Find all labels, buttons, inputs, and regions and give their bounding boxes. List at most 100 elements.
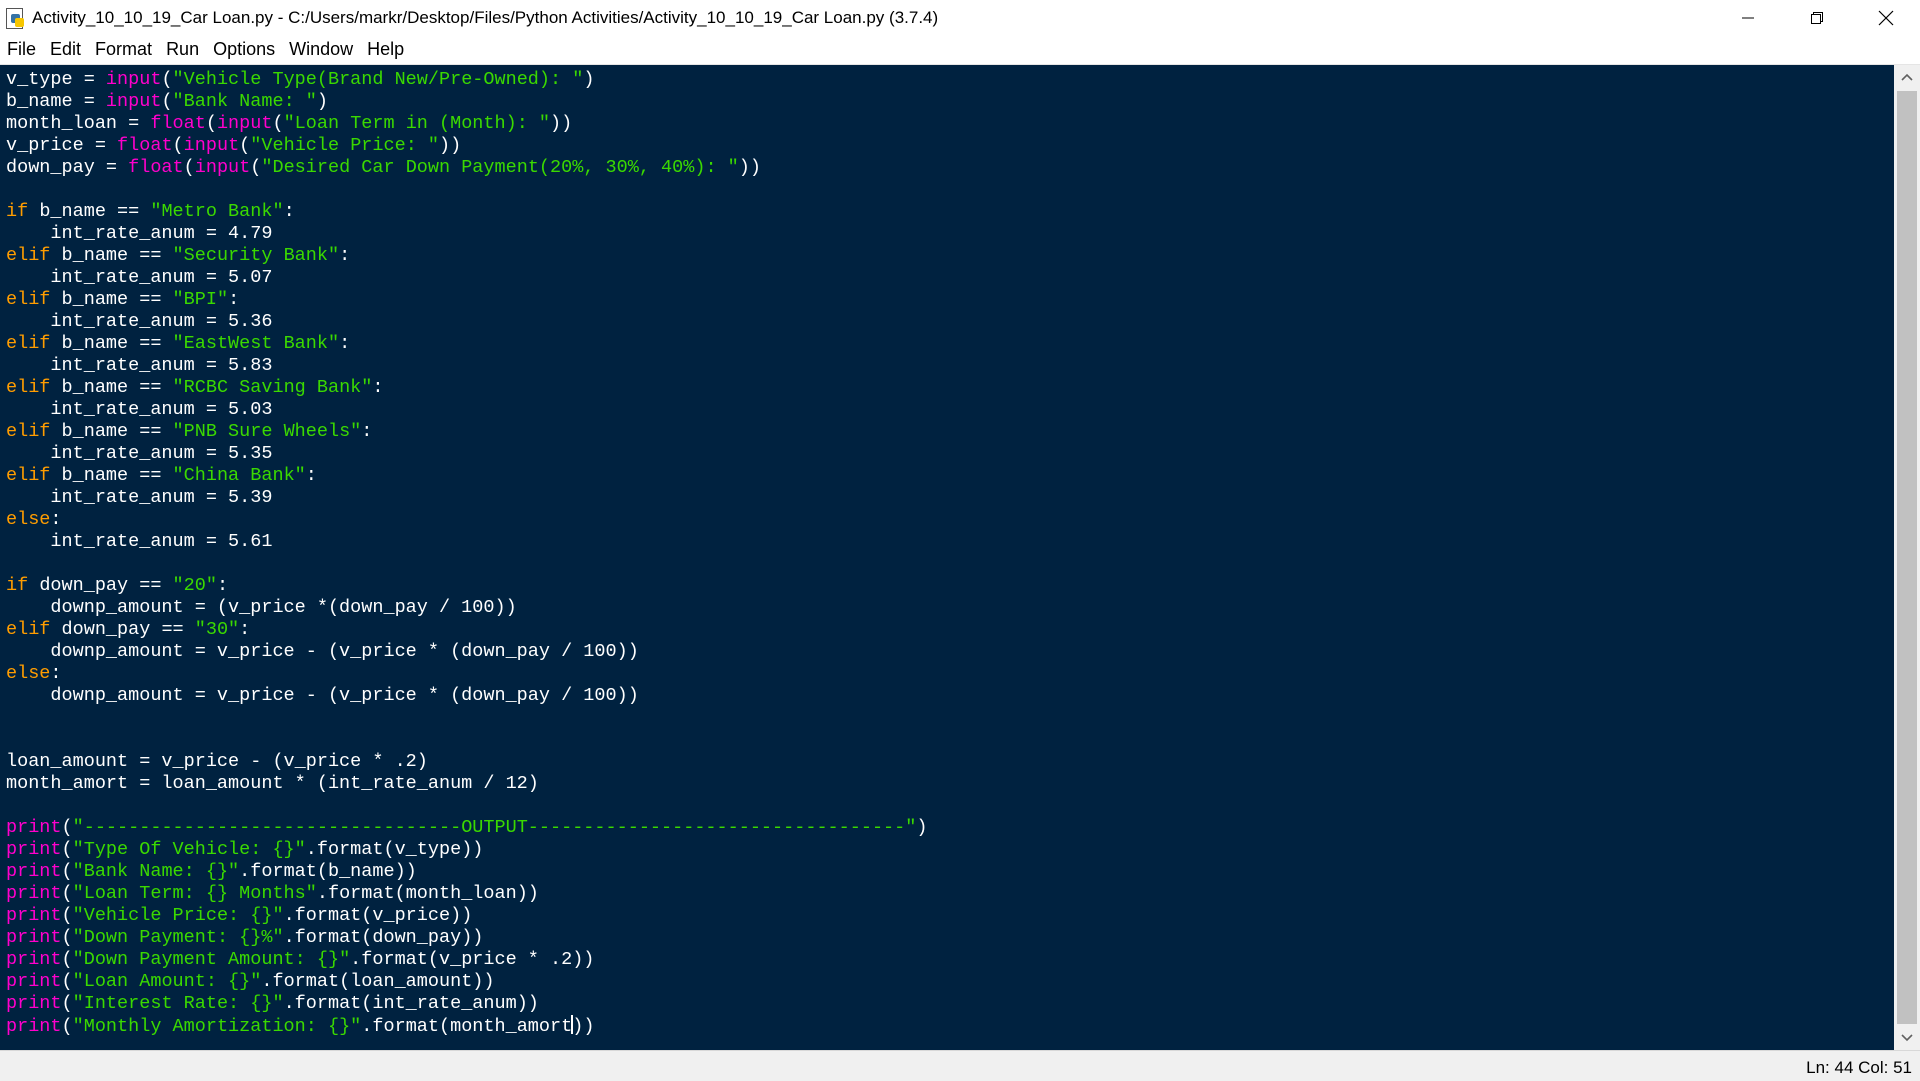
code-text-token: ( — [61, 817, 73, 838]
window-controls — [1713, 0, 1920, 35]
code-line[interactable]: elif down_pay == "30": — [6, 619, 1894, 641]
restore-button[interactable] — [1782, 0, 1851, 35]
menu-window[interactable]: Window — [282, 35, 360, 64]
code-string: "Loan Term: {} Months" — [72, 883, 317, 904]
code-line[interactable] — [6, 729, 1894, 751]
code-line[interactable]: int_rate_anum = 5.35 — [6, 443, 1894, 465]
code-line[interactable]: else: — [6, 509, 1894, 531]
code-string: "PNB Sure Wheels" — [172, 421, 362, 442]
code-builtin: float — [117, 135, 173, 156]
code-line[interactable]: downp_amount = v_price - (v_price * (dow… — [6, 641, 1894, 663]
code-line[interactable]: if down_pay == "20": — [6, 575, 1894, 597]
code-string: "Security Bank" — [172, 245, 340, 266]
code-text-token: ( — [172, 135, 184, 156]
code-line[interactable]: print("Type Of Vehicle: {}".format(v_typ… — [6, 839, 1894, 861]
menu-options[interactable]: Options — [206, 35, 282, 64]
menu-run[interactable]: Run — [159, 35, 206, 64]
code-line[interactable]: b_name = input("Bank Name: ") — [6, 91, 1894, 113]
code-text-token: ( — [61, 905, 73, 926]
code-line[interactable]: v_price = float(input("Vehicle Price: ")… — [6, 135, 1894, 157]
code-text-token: downp_amount = (v_price *(down_pay / 100… — [6, 597, 517, 618]
code-builtin: input — [105, 91, 162, 112]
code-string: "Bank Name: " — [172, 91, 317, 112]
close-button[interactable] — [1851, 0, 1920, 35]
code-line[interactable]: print("Monthly Amortization: {}".format(… — [6, 1015, 1894, 1037]
menu-help[interactable]: Help — [360, 35, 411, 64]
code-text-token: down_pay == — [50, 619, 195, 640]
code-text-token: ( — [250, 157, 262, 178]
code-line[interactable]: int_rate_anum = 5.03 — [6, 399, 1894, 421]
code-text-token: ) — [316, 91, 328, 112]
code-line[interactable]: print("Down Payment Amount: {}".format(v… — [6, 949, 1894, 971]
code-text-token: .format(down_pay)) — [283, 927, 484, 948]
code-string: "Bank Name: {}" — [72, 861, 240, 882]
code-line[interactable]: print("Loan Amount: {}".format(loan_amou… — [6, 971, 1894, 993]
code-line[interactable]: print("Interest Rate: {}".format(int_rat… — [6, 993, 1894, 1015]
scroll-up-button[interactable] — [1894, 65, 1920, 89]
code-line[interactable]: int_rate_anum = 5.61 — [6, 531, 1894, 553]
code-line[interactable]: int_rate_anum = 5.36 — [6, 311, 1894, 333]
code-text-token: : — [339, 333, 351, 354]
code-string: "Down Payment: {}%" — [72, 927, 284, 948]
code-line[interactable]: int_rate_anum = 5.83 — [6, 355, 1894, 377]
code-text-token: b_name == — [50, 421, 173, 442]
code-text-token: .format(v_price)) — [283, 905, 473, 926]
code-line[interactable]: elif b_name == "Security Bank": — [6, 245, 1894, 267]
python-file-icon — [3, 6, 27, 30]
code-text-token: int_rate_anum = 5.03 — [6, 399, 273, 420]
scrollbar-thumb[interactable] — [1897, 91, 1917, 1024]
code-line[interactable]: elif b_name == "PNB Sure Wheels": — [6, 421, 1894, 443]
code-line[interactable]: print("Vehicle Price: {}".format(v_price… — [6, 905, 1894, 927]
code-text-token: int_rate_anum = 5.36 — [6, 311, 273, 332]
code-line[interactable]: month_loan = float(input("Loan Term in (… — [6, 113, 1894, 135]
code-line[interactable]: downp_amount = v_price - (v_price * (dow… — [6, 685, 1894, 707]
minimize-button[interactable] — [1713, 0, 1782, 35]
menu-format[interactable]: Format — [88, 35, 159, 64]
code-line[interactable]: loan_amount = v_price - (v_price * .2) — [6, 751, 1894, 773]
code-string: "Type Of Vehicle: {}" — [72, 839, 306, 860]
code-line[interactable]: month_amort = loan_amount * (int_rate_an… — [6, 773, 1894, 795]
code-text-token: ( — [61, 927, 73, 948]
code-text-token: ( — [61, 949, 73, 970]
code-string: "RCBC Saving Bank" — [172, 377, 373, 398]
code-string: "30" — [194, 619, 240, 640]
code-text-token: : — [339, 245, 351, 266]
vertical-scrollbar[interactable] — [1894, 65, 1920, 1050]
code-line[interactable]: int_rate_anum = 4.79 — [6, 223, 1894, 245]
code-line[interactable] — [6, 795, 1894, 817]
code-builtin: print — [6, 971, 62, 992]
code-text-token: : — [50, 663, 62, 684]
code-text-token: : — [372, 377, 384, 398]
code-line[interactable]: print("---------------------------------… — [6, 817, 1894, 839]
code-line[interactable]: elif b_name == "RCBC Saving Bank": — [6, 377, 1894, 399]
code-line[interactable]: int_rate_anum = 5.39 — [6, 487, 1894, 509]
menu-file[interactable]: File — [0, 35, 43, 64]
code-text-token: b_name == — [28, 201, 151, 222]
code-line[interactable]: v_type = input("Vehicle Type(Brand New/P… — [6, 69, 1894, 91]
scroll-down-button[interactable] — [1894, 1026, 1920, 1050]
code-line[interactable]: elif b_name == "BPI": — [6, 289, 1894, 311]
code-line[interactable]: elif b_name == "China Bank": — [6, 465, 1894, 487]
code-line[interactable]: down_pay = float(input("Desired Car Down… — [6, 157, 1894, 179]
code-builtin: print — [6, 927, 62, 948]
code-editor[interactable]: v_type = input("Vehicle Type(Brand New/P… — [0, 65, 1894, 1050]
code-line[interactable]: print("Loan Term: {} Months".format(mont… — [6, 883, 1894, 905]
code-line[interactable]: print("Down Payment: {}%".format(down_pa… — [6, 927, 1894, 949]
code-text-token: )) — [550, 113, 573, 134]
menu-edit[interactable]: Edit — [43, 35, 88, 64]
title-bar: Activity_10_10_19_Car Loan.py - C:/Users… — [0, 0, 1920, 35]
code-line[interactable]: int_rate_anum = 5.07 — [6, 267, 1894, 289]
code-line[interactable] — [6, 707, 1894, 729]
code-text[interactable]: v_type = input("Vehicle Type(Brand New/P… — [0, 65, 1894, 1037]
code-text-token: int_rate_anum = 5.83 — [6, 355, 273, 376]
code-line[interactable]: else: — [6, 663, 1894, 685]
chevron-up-icon — [1901, 73, 1913, 81]
code-line[interactable]: if b_name == "Metro Bank": — [6, 201, 1894, 223]
code-line[interactable] — [6, 179, 1894, 201]
code-line[interactable]: print("Bank Name: {}".format(b_name)) — [6, 861, 1894, 883]
code-line[interactable]: downp_amount = (v_price *(down_pay / 100… — [6, 597, 1894, 619]
code-text-token: ( — [161, 91, 173, 112]
code-line[interactable] — [6, 553, 1894, 575]
code-line[interactable]: elif b_name == "EastWest Bank": — [6, 333, 1894, 355]
code-text-token: b_name == — [50, 245, 173, 266]
